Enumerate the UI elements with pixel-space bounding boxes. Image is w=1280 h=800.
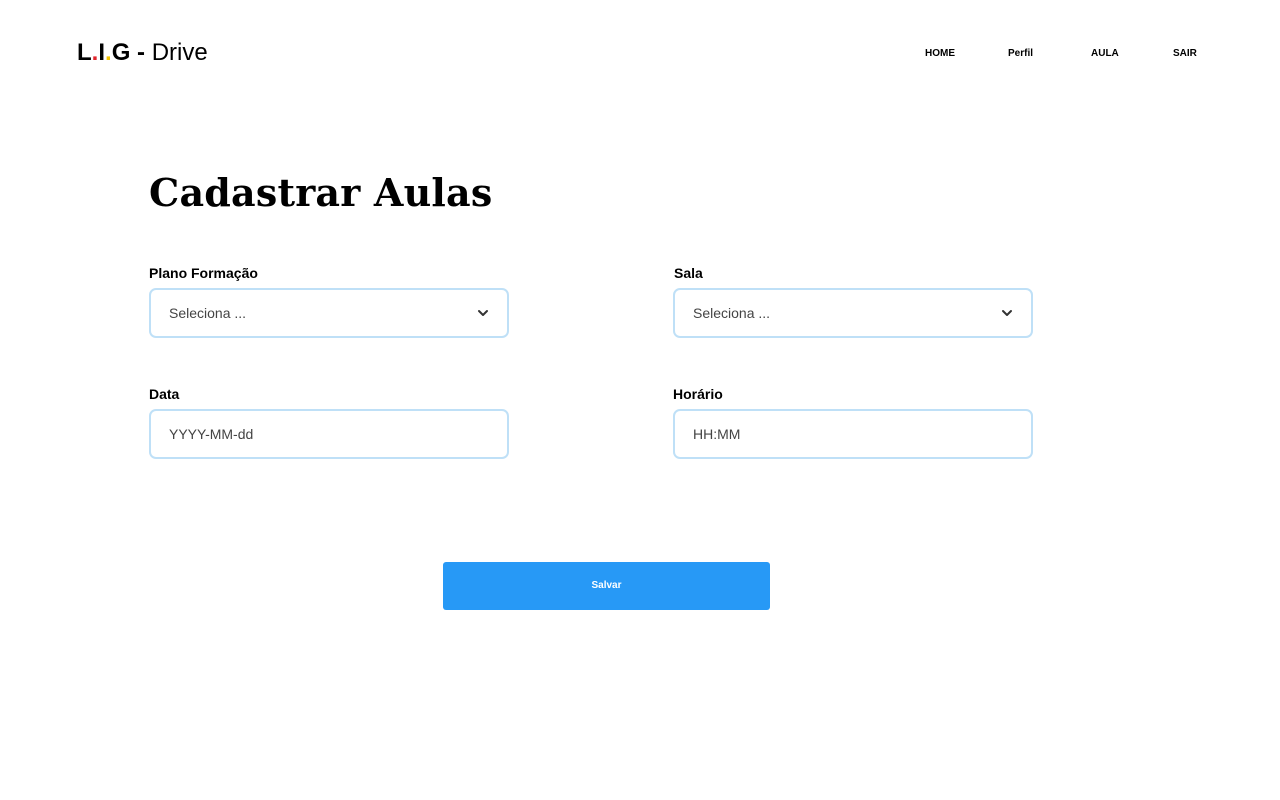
plano-formacao-selected-value: Seleciona ... [169, 305, 247, 321]
nav-perfil[interactable]: Perfil [1008, 47, 1033, 61]
horario-label: Horário [673, 386, 723, 402]
chevron-down-icon [1002, 310, 1012, 316]
data-input[interactable] [169, 411, 479, 457]
data-field[interactable] [149, 409, 509, 459]
sala-select[interactable]: Seleciona ... [673, 288, 1033, 338]
data-label: Data [149, 386, 180, 402]
plano-formacao-select[interactable]: Seleciona ... [149, 288, 509, 338]
nav-sair[interactable]: SAIR [1173, 47, 1197, 61]
horario-field[interactable] [673, 409, 1033, 459]
top-nav: HOME Perfil AULA SAIR [0, 47, 1280, 61]
page-title: Cadastrar Aulas [149, 170, 493, 215]
plano-formacao-label: Plano Formação [149, 265, 258, 281]
sala-label: Sala [674, 265, 703, 281]
save-button[interactable]: Salvar [443, 562, 770, 610]
chevron-down-icon [478, 310, 488, 316]
nav-home[interactable]: HOME [925, 47, 955, 61]
nav-aula[interactable]: AULA [1091, 47, 1119, 61]
sala-selected-value: Seleciona ... [693, 305, 771, 321]
horario-input[interactable] [693, 411, 1003, 457]
header: L.I.G - Drive HOME Perfil AULA SAIR [0, 0, 1280, 100]
